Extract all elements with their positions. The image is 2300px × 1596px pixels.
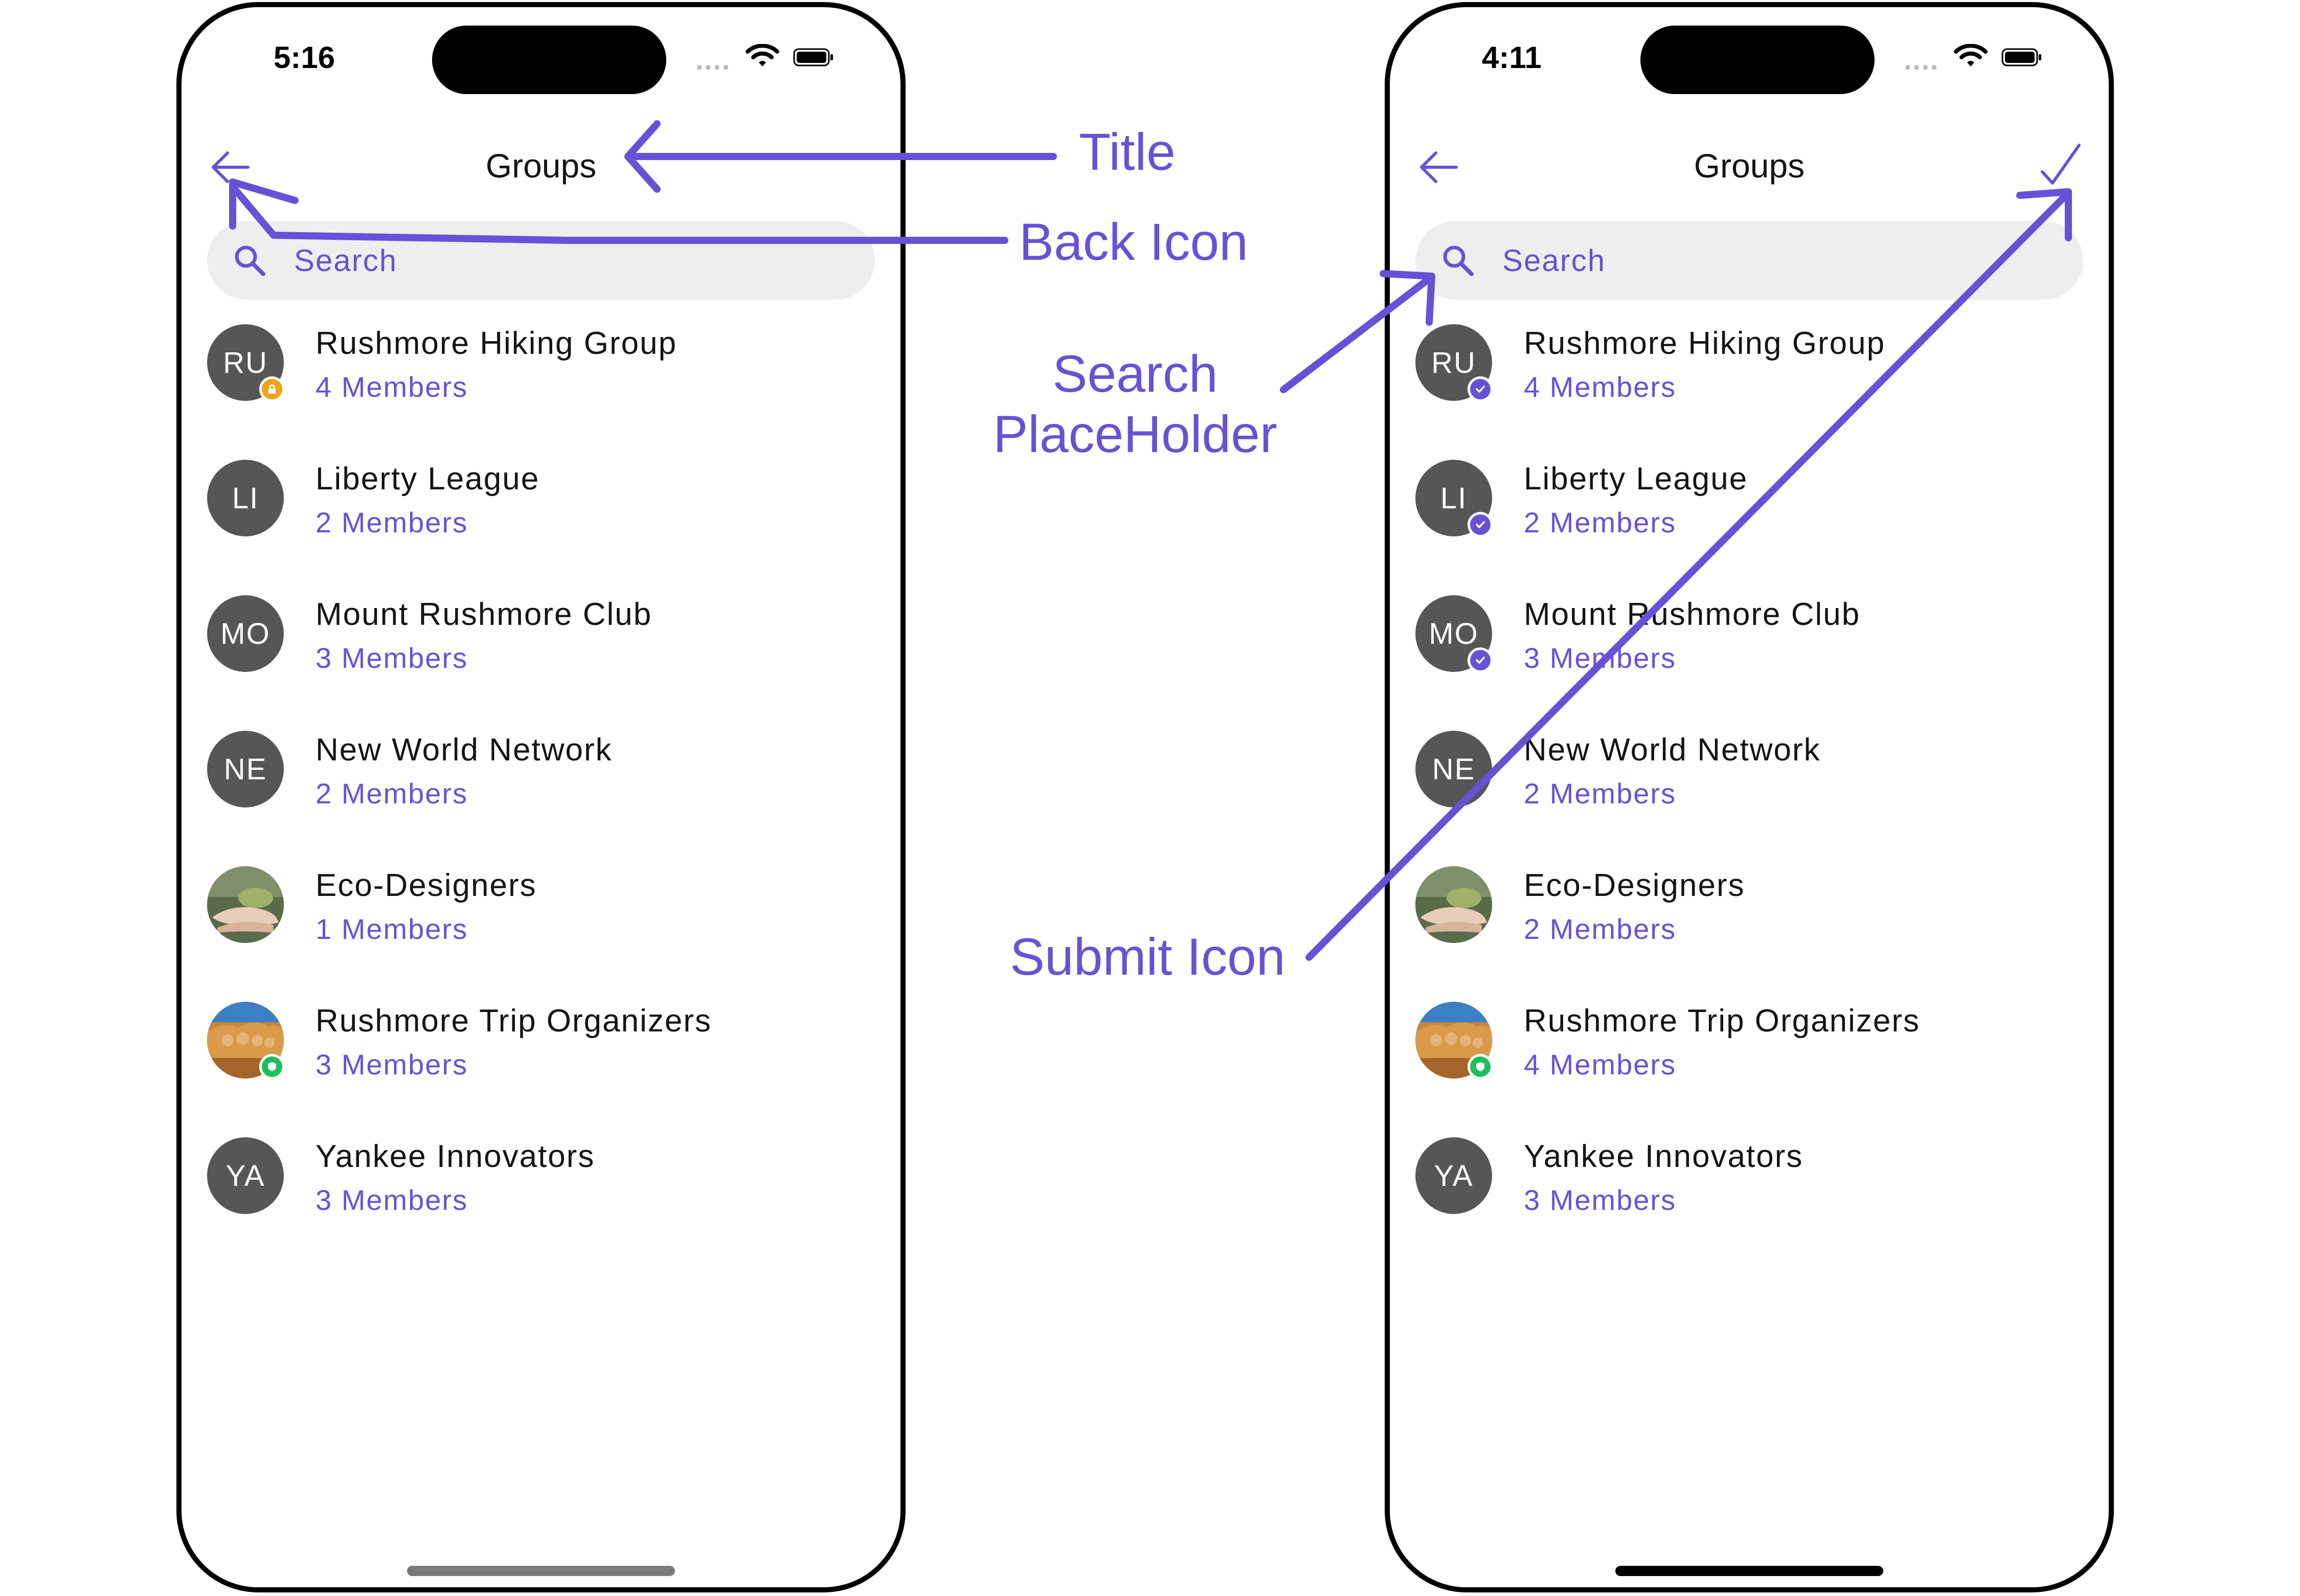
annotation-submit-icon: Submit Icon [1010, 928, 1286, 986]
submit-icon-arrow [1305, 191, 2070, 961]
annotation-title: Title [1079, 123, 1176, 181]
annotation-back-icon: Back Icon [1019, 213, 1248, 271]
annotation-search-placeholder-line1: Search [1052, 345, 1218, 403]
search-placeholder-arrow [1280, 275, 1433, 393]
back-icon-arrow [229, 183, 1008, 244]
annotation-search-placeholder: Search PlaceHolder [987, 344, 1283, 465]
annotation-search-placeholder-line2: PlaceHolder [993, 405, 1277, 464]
